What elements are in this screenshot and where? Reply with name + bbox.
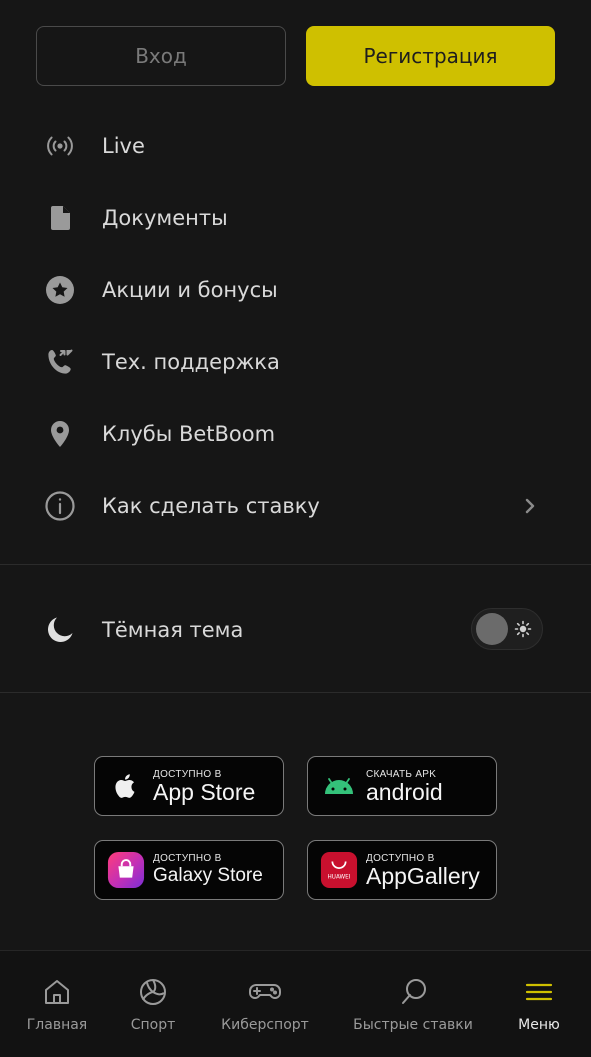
sun-icon [514,620,532,638]
star-badge-icon [42,272,78,308]
badge-title: android [366,778,443,805]
divider [0,692,591,693]
info-icon [42,488,78,524]
badge-title: AppGallery [366,862,480,889]
nav-quick-bets[interactable]: Быстрые ставки [348,951,478,1057]
auth-buttons: Вход Регистрация [36,26,555,86]
app-gallery-badge[interactable]: HUAWEI ДОСТУПНО В AppGallery [307,840,497,900]
nav-label: Меню [518,1017,560,1033]
menu-item-documents[interactable]: Документы [0,182,591,254]
nav-home[interactable]: Главная [14,951,100,1057]
badge-caption: ДОСТУПНО В [153,852,222,864]
document-icon [42,200,78,236]
menu-item-label: Live [102,134,145,158]
register-button[interactable]: Регистрация [306,26,555,86]
galaxy-store-icon [107,851,145,889]
nav-label: Быстрые ставки [353,1017,473,1033]
apple-icon [107,767,145,805]
moon-icon [42,612,78,648]
nav-menu[interactable]: Меню [506,951,572,1057]
live-broadcast-icon [42,128,78,164]
badge-caption: СКАЧАТЬ APK [366,768,437,780]
huawei-appgallery-icon: HUAWEI [320,851,358,889]
nav-label: Спорт [130,1017,176,1033]
gamepad-icon [249,984,281,999]
menu-item-label: Как сделать ставку [102,494,320,518]
nav-label: Главная [26,1017,88,1033]
toggle-knob [476,613,508,645]
ping-pong-icon [402,979,426,1004]
divider [0,564,591,565]
galaxy-store-badge[interactable]: ДОСТУПНО В Galaxy Store [94,840,284,900]
huawei-logo-text: HUAWEI [328,875,351,881]
badge-title: App Store [153,778,256,805]
theme-label: Тёмная тема [102,618,244,642]
theme-row: Тёмная тема [0,594,591,666]
menu-item-label: Тех. поддержка [102,350,280,374]
bottom-navigation: Главная Спорт Киберспорт Быстрые ставки … [0,950,591,1057]
chevron-right-icon [525,498,535,514]
menu-list: Live Документы Акции и бонусы Тех. подде… [0,110,591,542]
hamburger-menu-icon [525,983,553,1001]
menu-item-label: Клубы BetBoom [102,422,276,446]
location-pin-icon [42,416,78,452]
menu-item-label: Документы [102,206,228,230]
menu-screen: Вход Регистрация Live Документы Акции и … [0,0,591,1057]
home-icon [45,980,69,1004]
nav-label: Киберспорт [221,1017,309,1033]
menu-item-promotions[interactable]: Акции и бонусы [0,254,591,326]
badge-caption: ДОСТУПНО В [366,852,435,864]
volleyball-icon [140,979,166,1005]
menu-item-live[interactable]: Live [0,110,591,182]
phone-icon [42,344,78,380]
app-store-badge[interactable]: ДОСТУПНО В App Store [94,756,284,816]
menu-item-clubs[interactable]: Клубы BetBoom [0,398,591,470]
android-icon [320,767,358,805]
nav-esports[interactable]: Киберспорт [210,951,320,1057]
badge-caption: ДОСТУПНО В [153,768,222,780]
dark-theme-toggle[interactable] [471,608,543,650]
nav-sport[interactable]: Спорт [116,951,190,1057]
menu-item-label: Акции и бонусы [102,278,278,302]
android-apk-badge[interactable]: СКАЧАТЬ APK android [307,756,497,816]
menu-item-how-to-bet[interactable]: Как сделать ставку [0,470,591,542]
login-button[interactable]: Вход [36,26,286,86]
store-badges: ДОСТУПНО В App Store СКАЧАТЬ APK android [94,756,497,902]
menu-item-support[interactable]: Тех. поддержка [0,326,591,398]
badge-title: Galaxy Store [153,864,263,886]
